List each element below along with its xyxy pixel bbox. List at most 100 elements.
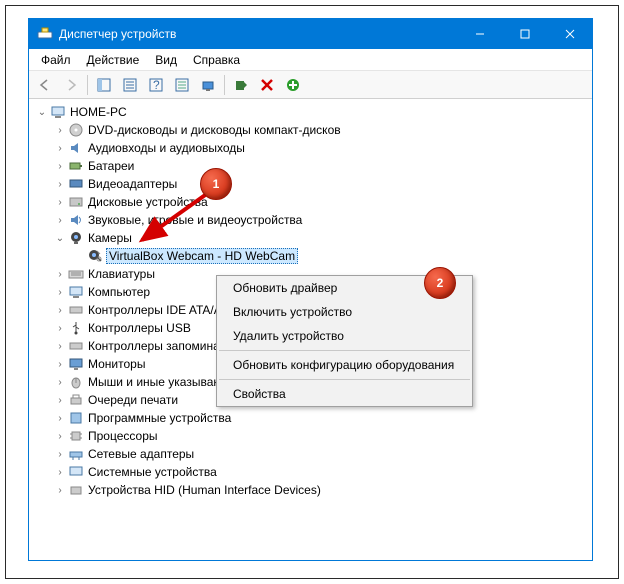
tree-item-webcam[interactable]: VirtualBox Webcam - HD WebCam xyxy=(31,247,590,265)
printer-icon xyxy=(68,392,84,408)
chevron-right-icon[interactable]: › xyxy=(53,267,67,281)
tree-label: Звуковые, игровые и видеоустройства xyxy=(88,213,302,227)
menu-view[interactable]: Вид xyxy=(147,51,185,69)
ctx-enable-device[interactable]: Включить устройство xyxy=(217,300,472,324)
hid-icon xyxy=(68,482,84,498)
ctx-properties[interactable]: Свойства xyxy=(217,382,472,406)
chevron-down-icon[interactable]: ⌄ xyxy=(53,231,67,245)
ctx-scan-hardware[interactable]: Обновить конфигурацию оборудования xyxy=(217,353,472,377)
help-button[interactable]: ? xyxy=(144,73,168,97)
menu-help[interactable]: Справка xyxy=(185,51,248,69)
tree-item-software[interactable]: › Программные устройства xyxy=(31,409,590,427)
camera-icon xyxy=(86,248,102,264)
chevron-right-icon[interactable]: › xyxy=(53,483,67,497)
list-button[interactable] xyxy=(170,73,194,97)
tree-label: Видеоадаптеры xyxy=(88,177,177,191)
tree-label: HOME-PC xyxy=(70,105,127,119)
tree-item-hid[interactable]: ›Устройства HID (Human Interface Devices… xyxy=(31,481,590,499)
ctx-remove-device[interactable]: Удалить устройство xyxy=(217,324,472,348)
tree-item-sound[interactable]: › Звуковые, игровые и видеоустройства xyxy=(31,211,590,229)
ctx-separator xyxy=(219,350,470,351)
svg-text:?: ? xyxy=(153,78,160,92)
chevron-right-icon[interactable]: › xyxy=(53,159,67,173)
system-icon xyxy=(68,464,84,480)
annotation-number: 1 xyxy=(213,177,220,191)
tree-label: Мониторы xyxy=(88,357,145,371)
properties-button[interactable] xyxy=(118,73,142,97)
chevron-right-icon[interactable]: › xyxy=(53,447,67,461)
camera-icon xyxy=(68,230,84,246)
keyboard-icon xyxy=(68,266,84,282)
tree-root[interactable]: ⌄ HOME-PC xyxy=(31,103,590,121)
tree-label: Контроллеры USB xyxy=(88,321,191,335)
tree-label: Клавиатуры xyxy=(88,267,155,281)
menu-file[interactable]: Файл xyxy=(33,51,79,69)
computer-icon xyxy=(50,104,66,120)
monitor-icon xyxy=(68,356,84,372)
maximize-button[interactable] xyxy=(502,19,547,49)
toolbar-separator xyxy=(224,75,225,95)
tree-item-audio[interactable]: ›Аудиовходы и аудиовыходы xyxy=(31,139,590,157)
toolbar-separator xyxy=(87,75,88,95)
chevron-down-icon[interactable]: ⌄ xyxy=(35,105,49,119)
chevron-right-icon[interactable]: › xyxy=(53,357,67,371)
window-title: Диспетчер устройств xyxy=(59,27,457,41)
enable-device-button[interactable] xyxy=(229,73,253,97)
chevron-right-icon[interactable]: › xyxy=(53,195,67,209)
titlebar: Диспетчер устройств xyxy=(29,19,592,49)
chevron-right-icon[interactable]: › xyxy=(53,303,67,317)
uninstall-button[interactable] xyxy=(255,73,279,97)
tree-item-system[interactable]: ›Системные устройства xyxy=(31,463,590,481)
software-icon xyxy=(68,410,84,426)
chevron-right-icon[interactable]: › xyxy=(53,375,67,389)
usb-icon xyxy=(68,320,84,336)
annotation-badge-1: 1 xyxy=(200,168,232,200)
disk-icon xyxy=(68,194,84,210)
tree-item-dvd[interactable]: › DVD-дисководы и дисководы компакт-диско… xyxy=(31,121,590,139)
chevron-right-icon[interactable]: › xyxy=(53,465,67,479)
tree-item-video[interactable]: › Видеоадаптеры xyxy=(31,175,590,193)
nav-forward-button[interactable] xyxy=(59,73,83,97)
menubar: Файл Действие Вид Справка xyxy=(29,49,592,71)
chevron-right-icon[interactable]: › xyxy=(53,285,67,299)
speaker-icon xyxy=(68,212,84,228)
network-icon xyxy=(68,446,84,462)
tree-label: Камеры xyxy=(88,231,132,245)
add-hardware-button[interactable] xyxy=(281,73,305,97)
menu-action[interactable]: Действие xyxy=(79,51,148,69)
tree-label: DVD-дисководы и дисководы компакт-дисков xyxy=(88,123,341,137)
close-button[interactable] xyxy=(547,19,592,49)
nav-back-button[interactable] xyxy=(33,73,57,97)
tree-label-selected: VirtualBox Webcam - HD WebCam xyxy=(106,248,298,264)
scan-hardware-button[interactable] xyxy=(196,73,220,97)
disc-icon xyxy=(68,122,84,138)
chevron-right-icon[interactable]: › xyxy=(53,339,67,353)
battery-icon xyxy=(68,158,84,174)
show-hide-tree-button[interactable] xyxy=(92,73,116,97)
chevron-right-icon[interactable]: › xyxy=(53,213,67,227)
tree-label: Дисковые устройства xyxy=(88,195,208,209)
ctx-separator xyxy=(219,379,470,380)
chevron-right-icon[interactable]: › xyxy=(53,411,67,425)
tree-label: Батареи xyxy=(88,159,134,173)
tree-item-disk[interactable]: › Дисковые устройства xyxy=(31,193,590,211)
tree-label: Очереди печати xyxy=(88,393,178,407)
chevron-right-icon[interactable]: › xyxy=(53,393,67,407)
tree-label: Сетевые адаптеры xyxy=(88,447,194,461)
tree-item-network[interactable]: › Сетевые адаптеры xyxy=(31,445,590,463)
mouse-icon xyxy=(68,374,84,390)
tree-item-batteries[interactable]: › Батареи xyxy=(31,157,590,175)
tree-item-cameras[interactable]: ⌄ Камеры xyxy=(31,229,590,247)
chevron-right-icon[interactable]: › xyxy=(53,177,67,191)
annotation-badge-2: 2 xyxy=(424,267,456,299)
chevron-right-icon[interactable]: › xyxy=(53,429,67,443)
tree-item-cpu[interactable]: ›Процессоры xyxy=(31,427,590,445)
chevron-right-icon[interactable]: › xyxy=(53,141,67,155)
chevron-right-icon[interactable]: › xyxy=(53,123,67,137)
computer-icon xyxy=(68,284,84,300)
app-icon xyxy=(37,26,53,42)
annotation-number: 2 xyxy=(437,276,444,290)
tree-label: Программные устройства xyxy=(88,411,231,425)
chevron-right-icon[interactable]: › xyxy=(53,321,67,335)
minimize-button[interactable] xyxy=(457,19,502,49)
